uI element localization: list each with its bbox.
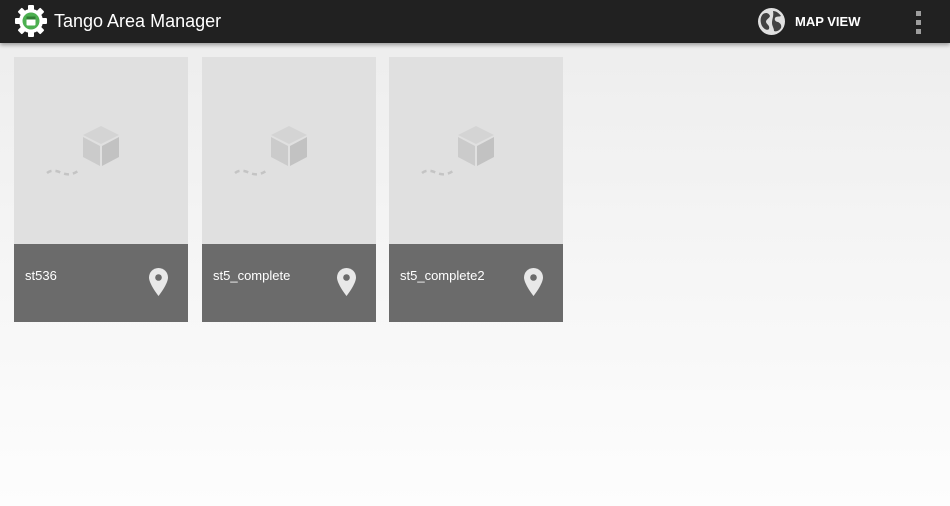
- map-view-label: MAP VIEW: [795, 14, 861, 29]
- cube-path-icon: [234, 126, 307, 176]
- area-name: st5_complete: [213, 268, 291, 283]
- globe-icon: [758, 8, 785, 35]
- area-card[interactable]: st5_complete: [202, 57, 376, 322]
- area-card[interactable]: st536: [14, 57, 188, 322]
- app-title: Tango Area Manager: [54, 11, 222, 31]
- map-view-button[interactable]: MAP VIEW: [752, 0, 872, 43]
- map-pin-icon[interactable]: [337, 268, 356, 296]
- map-pin-icon[interactable]: [524, 268, 543, 296]
- area-thumbnail: [389, 57, 563, 244]
- area-card[interactable]: st5_complete2: [389, 57, 563, 322]
- area-card-footer: st5_complete2: [389, 244, 563, 322]
- area-card-footer: st5_complete: [202, 244, 376, 322]
- area-card-footer: st536: [14, 244, 188, 322]
- cube-path-icon: [421, 126, 494, 176]
- area-thumbnail: [202, 57, 376, 244]
- map-pin-icon[interactable]: [149, 268, 168, 296]
- gear-icon: [15, 5, 47, 37]
- area-name: st536: [25, 268, 57, 283]
- cube-path-icon: [46, 126, 119, 176]
- more-vert-icon[interactable]: [908, 8, 930, 36]
- area-name: st5_complete2: [400, 268, 485, 283]
- app-bar: Tango Area Manager MAP VIEW: [0, 0, 950, 43]
- area-thumbnail: [14, 57, 188, 244]
